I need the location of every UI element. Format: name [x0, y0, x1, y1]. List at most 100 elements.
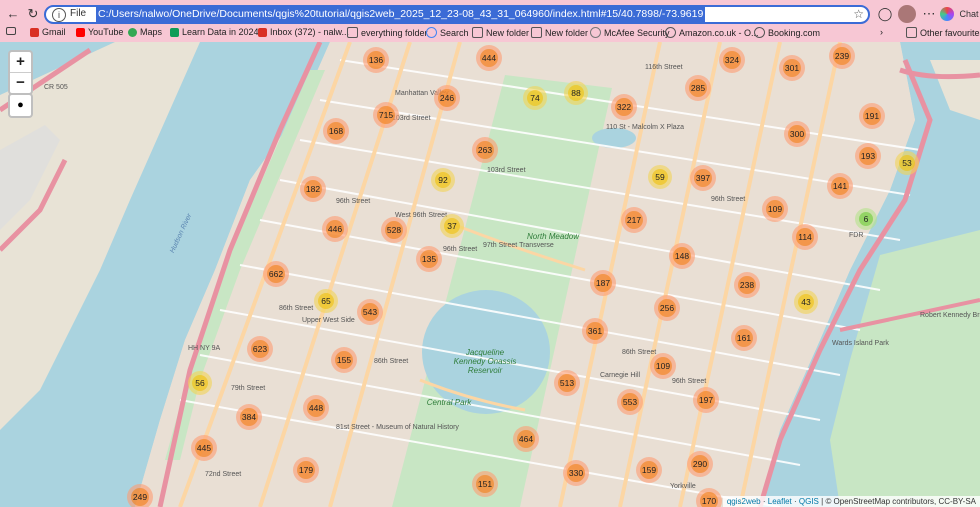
cluster-marker[interactable]: 53 — [895, 151, 919, 175]
cluster-marker[interactable]: 285 — [685, 75, 711, 101]
bookmarks-overflow-icon[interactable]: › — [880, 27, 883, 37]
cluster-marker[interactable]: 6 — [855, 208, 877, 230]
cluster-marker[interactable]: 448 — [303, 395, 329, 421]
cluster-marker[interactable]: 217 — [621, 207, 647, 233]
map-street-label: 86th Street — [374, 358, 409, 365]
cluster-marker[interactable]: 397 — [690, 165, 716, 191]
cluster-count: 170 — [701, 496, 717, 506]
cluster-marker[interactable]: 187 — [590, 270, 616, 296]
bookmark-new-folder-1[interactable]: New folder — [472, 27, 529, 38]
cluster-marker[interactable]: 464 — [513, 426, 539, 452]
cluster-marker[interactable]: 74 — [523, 86, 547, 110]
bookmark-inbox[interactable]: Inbox (372) - nalw... — [258, 27, 349, 37]
cluster-marker[interactable]: 197 — [693, 387, 719, 413]
cluster-marker[interactable]: 715 — [373, 102, 399, 128]
cluster-marker[interactable]: 330 — [563, 460, 589, 486]
cluster-marker[interactable]: 445 — [191, 435, 217, 461]
bookmark-maps[interactable]: Maps — [128, 27, 162, 37]
cluster-marker[interactable]: 543 — [357, 299, 383, 325]
bookmark-mcafee[interactable]: McAfee Security — [590, 27, 670, 38]
cluster-marker[interactable]: 256 — [654, 295, 680, 321]
cluster-count: 56 — [195, 378, 205, 388]
cluster-marker[interactable]: 182 — [300, 176, 326, 202]
bookmark-amazon[interactable]: Amazon.co.uk - O... — [665, 27, 759, 38]
star-icon[interactable]: ☆ — [853, 7, 864, 21]
cluster-marker[interactable]: 109 — [650, 353, 676, 379]
bookmarks-icon[interactable] — [6, 27, 16, 35]
more-menu-icon[interactable]: ⋯ — [920, 5, 938, 23]
cluster-marker[interactable]: 263 — [472, 137, 498, 163]
bookmark-gmail[interactable]: Gmail — [30, 27, 66, 37]
cluster-marker[interactable]: 191 — [859, 103, 885, 129]
cluster-marker[interactable]: 300 — [784, 121, 810, 147]
locate-button[interactable]: ● — [8, 93, 33, 118]
cluster-marker[interactable]: 324 — [719, 47, 745, 73]
bookmark-youtube[interactable]: YouTube — [76, 27, 123, 37]
cluster-marker[interactable]: 114 — [792, 224, 818, 250]
cluster-marker[interactable]: 322 — [611, 94, 637, 120]
bookmark-booking[interactable]: Booking.com — [754, 27, 820, 38]
cluster-marker[interactable]: 159 — [636, 457, 662, 483]
cluster-marker[interactable]: 301 — [779, 55, 805, 81]
cluster-marker[interactable]: 59 — [648, 165, 672, 189]
back-arrow-icon[interactable]: ← — [4, 5, 22, 23]
chat-button[interactable]: Chat — [958, 5, 980, 23]
cluster-marker[interactable]: 290 — [687, 451, 713, 477]
cluster-marker[interactable]: 249 — [127, 484, 153, 507]
zoom-out-button[interactable]: − — [10, 72, 31, 93]
reload-icon[interactable]: ↻ — [24, 5, 42, 23]
cluster-marker[interactable]: 193 — [855, 143, 881, 169]
other-favourites[interactable]: Other favourites — [906, 27, 980, 38]
attribution-link-qgis[interactable]: QGIS — [799, 497, 819, 506]
cluster-marker[interactable]: 151 — [472, 471, 498, 497]
cluster-marker[interactable]: 65 — [314, 289, 338, 313]
zoom-in-button[interactable]: + — [10, 52, 31, 72]
cluster-marker[interactable]: 553 — [617, 389, 643, 415]
cluster-marker[interactable]: 161 — [731, 325, 757, 351]
url-text[interactable]: C:/Users/nalwo/OneDrive/Documents/qgis%2… — [96, 7, 706, 22]
cluster-marker[interactable]: 446 — [322, 216, 348, 242]
address-bar[interactable]: i File C:/Users/nalwo/OneDrive/Documents… — [44, 5, 870, 24]
bookmark-everything-folder[interactable]: everything folder — [347, 27, 428, 38]
youtube-icon — [76, 27, 85, 37]
cluster-marker[interactable]: 361 — [582, 318, 608, 344]
cluster-marker[interactable]: 136 — [363, 47, 389, 73]
copilot-icon[interactable] — [940, 7, 954, 21]
cluster-marker[interactable]: 43 — [794, 290, 818, 314]
cluster-marker[interactable]: 239 — [829, 43, 855, 69]
cluster-marker[interactable]: 662 — [263, 261, 289, 287]
cluster-marker[interactable]: 170 — [696, 488, 722, 507]
search-icon — [426, 27, 437, 38]
map-canvas[interactable]: + − ● CR 505 Manhattan Valley 103rd Street… — [0, 42, 980, 507]
cluster-marker[interactable]: 384 — [236, 404, 262, 430]
map-street-label: Upper West Side — [302, 317, 355, 324]
bookmark-new-folder-2[interactable]: New folder — [531, 27, 588, 38]
cluster-count: 43 — [801, 297, 811, 307]
cluster-marker[interactable]: 141 — [827, 173, 853, 199]
profile-avatar[interactable] — [898, 5, 916, 23]
cluster-marker[interactable]: 148 — [669, 243, 695, 269]
extension-icon[interactable]: ◯ — [876, 5, 894, 23]
cluster-marker[interactable]: 246 — [434, 85, 460, 111]
cluster-marker[interactable]: 135 — [416, 246, 442, 272]
cluster-marker[interactable]: 528 — [381, 217, 407, 243]
cluster-marker[interactable]: 109 — [762, 196, 788, 222]
folder-icon — [531, 27, 542, 38]
cluster-marker[interactable]: 179 — [293, 457, 319, 483]
cluster-marker[interactable]: 444 — [476, 45, 502, 71]
attribution-link-qgis2web[interactable]: qgis2web — [727, 497, 761, 506]
cluster-marker[interactable]: 88 — [564, 81, 588, 105]
cluster-marker[interactable]: 92 — [431, 168, 455, 192]
cluster-marker[interactable]: 623 — [247, 336, 273, 362]
attribution-link-leaflet[interactable]: Leaflet — [768, 497, 792, 506]
cluster-marker[interactable]: 168 — [323, 118, 349, 144]
globe-icon — [665, 27, 676, 38]
bookmark-learn-data[interactable]: Learn Data in 2024... — [170, 27, 266, 37]
info-icon[interactable]: i — [52, 8, 66, 22]
cluster-marker[interactable]: 238 — [734, 272, 760, 298]
cluster-marker[interactable]: 37 — [440, 214, 464, 238]
cluster-marker[interactable]: 56 — [188, 371, 212, 395]
bookmark-search[interactable]: Search — [426, 27, 469, 38]
cluster-marker[interactable]: 155 — [331, 347, 357, 373]
cluster-marker[interactable]: 513 — [554, 370, 580, 396]
